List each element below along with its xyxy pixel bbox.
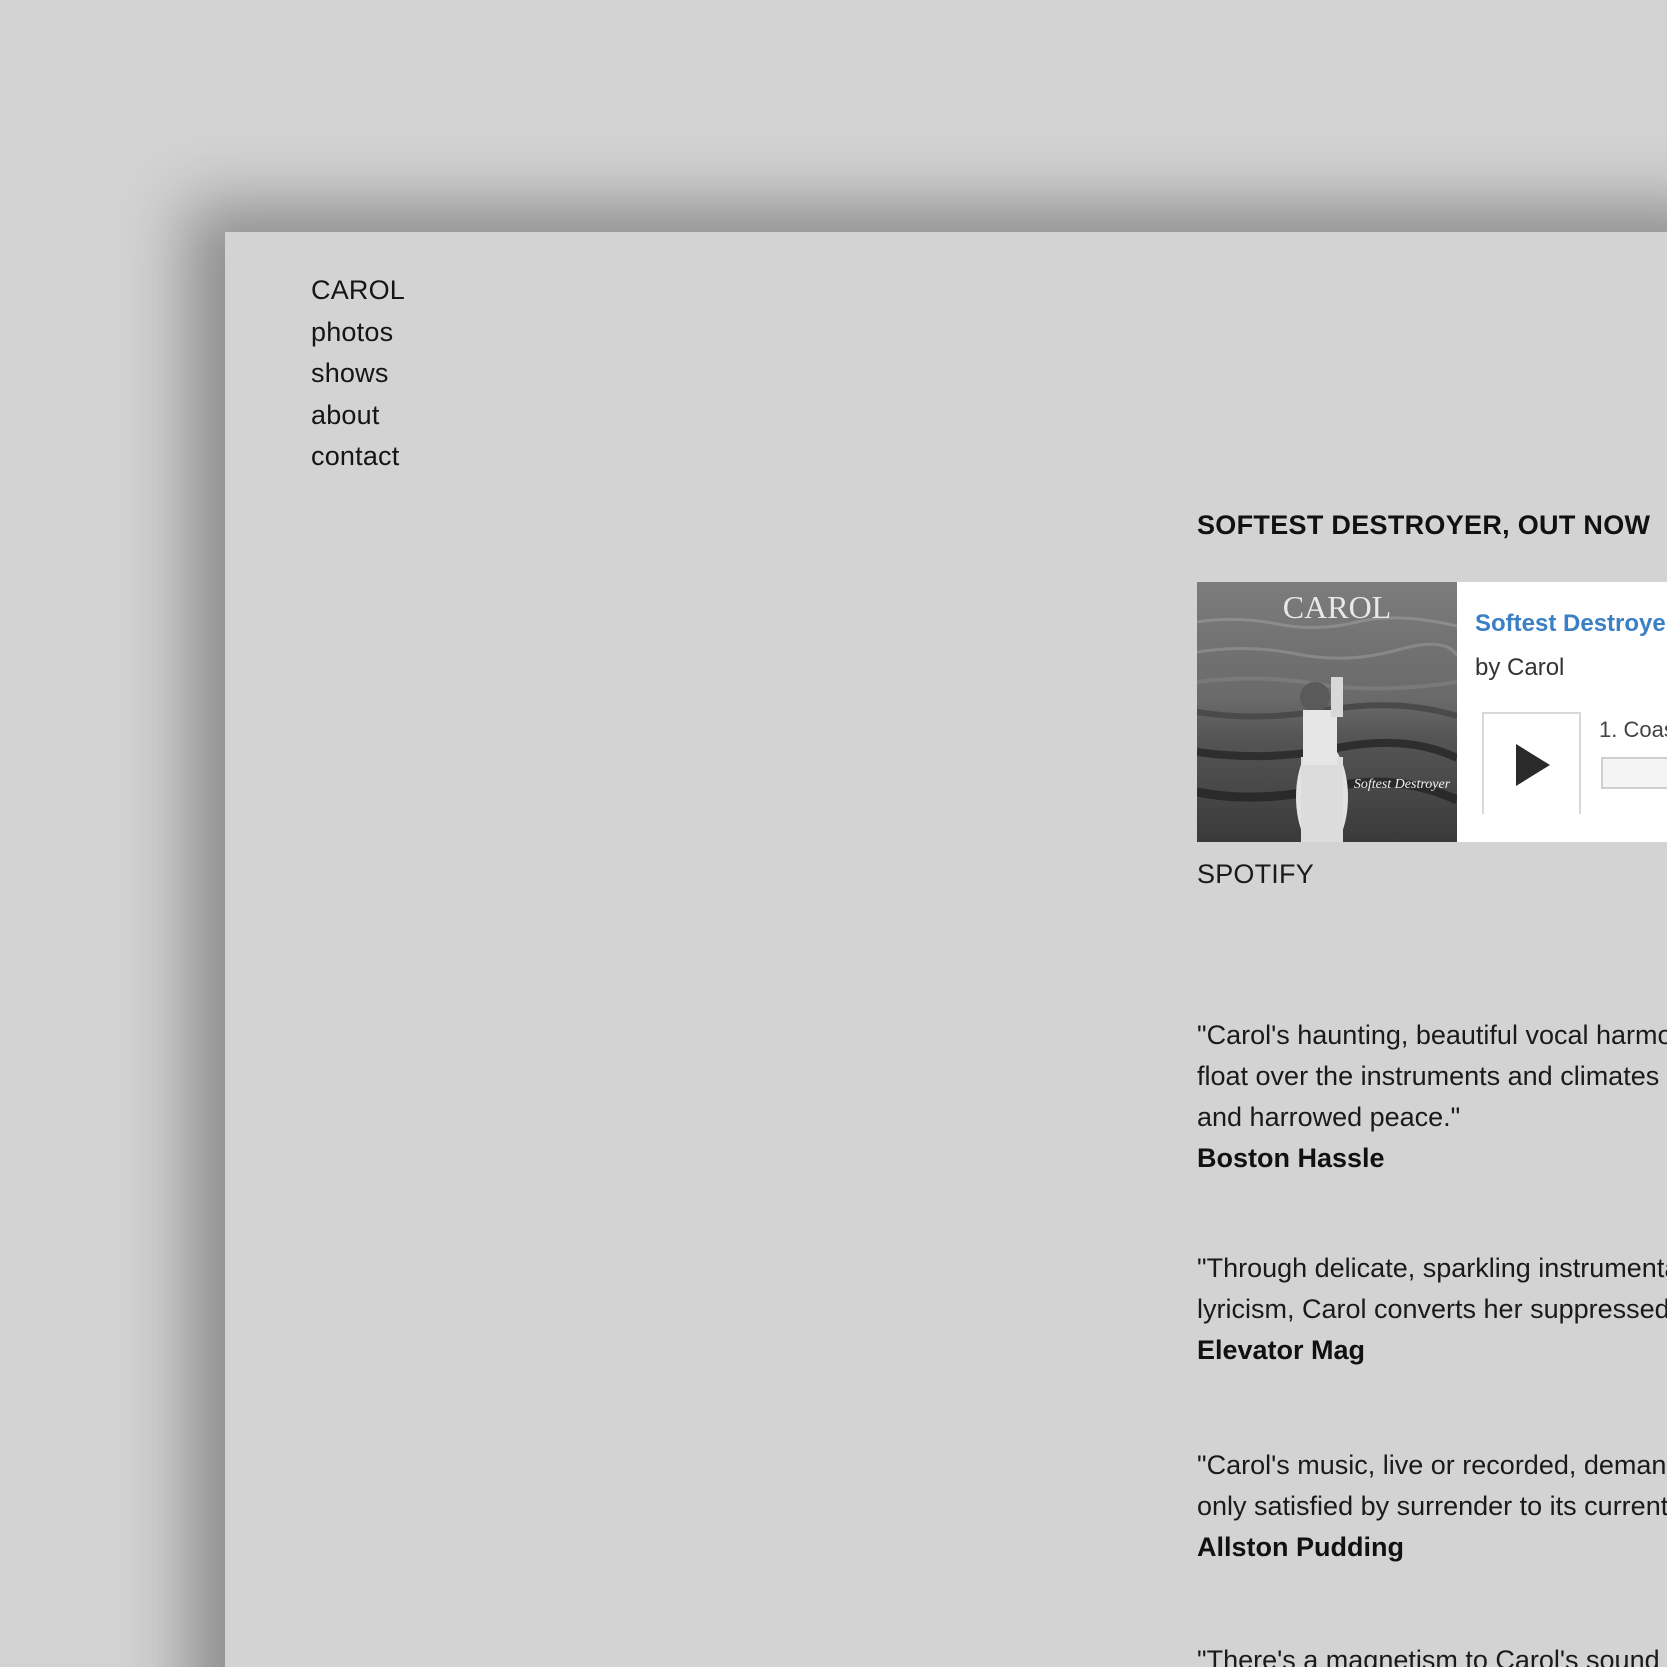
main-nav: CAROL photos shows about contact (311, 270, 405, 478)
quote-line: only satisfied by surrender to its curre… (1197, 1491, 1667, 1521)
press-quote: "There's a magnetism to Carol's sound (1197, 1640, 1667, 1667)
page-headline: SOFTEST DESTROYER, OUT NOW (1197, 510, 1651, 540)
page-sheet: CAROL photos shows about contact SOFTEST… (225, 232, 1667, 1667)
quote-line: and harrowed peace." (1197, 1102, 1461, 1132)
progress-bar[interactable] (1601, 757, 1667, 789)
album-cover-image: CAROL Softest Destroyer (1197, 582, 1457, 842)
quote-source: Boston Hassle (1197, 1143, 1385, 1173)
press-quote: "Carol's music, live or recorded, demand… (1197, 1445, 1667, 1568)
cover-subtitle-text: Softest Destroyer (1354, 777, 1451, 792)
press-quote: "Through delicate, sparkling instrumenta… (1197, 1248, 1667, 1371)
quote-source: Allston Pudding (1197, 1532, 1404, 1562)
current-track: 1. Coast (1599, 717, 1667, 742)
quote-line: "Carol's music, live or recorded, demand… (1197, 1450, 1667, 1480)
quote-line: lyricism, Carol converts her suppressed (1197, 1294, 1667, 1324)
album-cover[interactable]: CAROL Softest Destroyer (1197, 582, 1457, 842)
album-artist: by Carol (1475, 654, 1565, 681)
quote-line: float over the instruments and climates … (1197, 1061, 1667, 1091)
quote-source: Elevator Mag (1197, 1335, 1366, 1365)
nav-item-shows[interactable]: shows (311, 353, 405, 395)
quote-line: "There's a magnetism to Carol's sound (1197, 1645, 1660, 1667)
press-quote: "Carol's haunting, beautiful vocal harmo… (1197, 1015, 1667, 1179)
bandcamp-player: CAROL Softest Destroyer Softest Destroye… (1197, 582, 1667, 842)
album-title-link[interactable]: Softest Destroyer (1475, 610, 1667, 638)
quote-line: "Carol's haunting, beautiful vocal harmo… (1197, 1020, 1667, 1050)
viewport: CAROL photos shows about contact SOFTEST… (0, 0, 1667, 1667)
nav-item-contact[interactable]: contact (311, 436, 405, 478)
nav-item-home[interactable]: CAROL (311, 270, 405, 312)
play-button[interactable] (1482, 712, 1581, 814)
quote-line: "Through delicate, sparkling instrumenta… (1197, 1253, 1667, 1283)
nav-item-about[interactable]: about (311, 395, 405, 437)
spotify-link[interactable]: SPOTIFY (1197, 859, 1314, 890)
cover-title-text: CAROL (1283, 589, 1391, 625)
play-icon (1516, 744, 1550, 786)
nav-item-photos[interactable]: photos (311, 312, 405, 354)
